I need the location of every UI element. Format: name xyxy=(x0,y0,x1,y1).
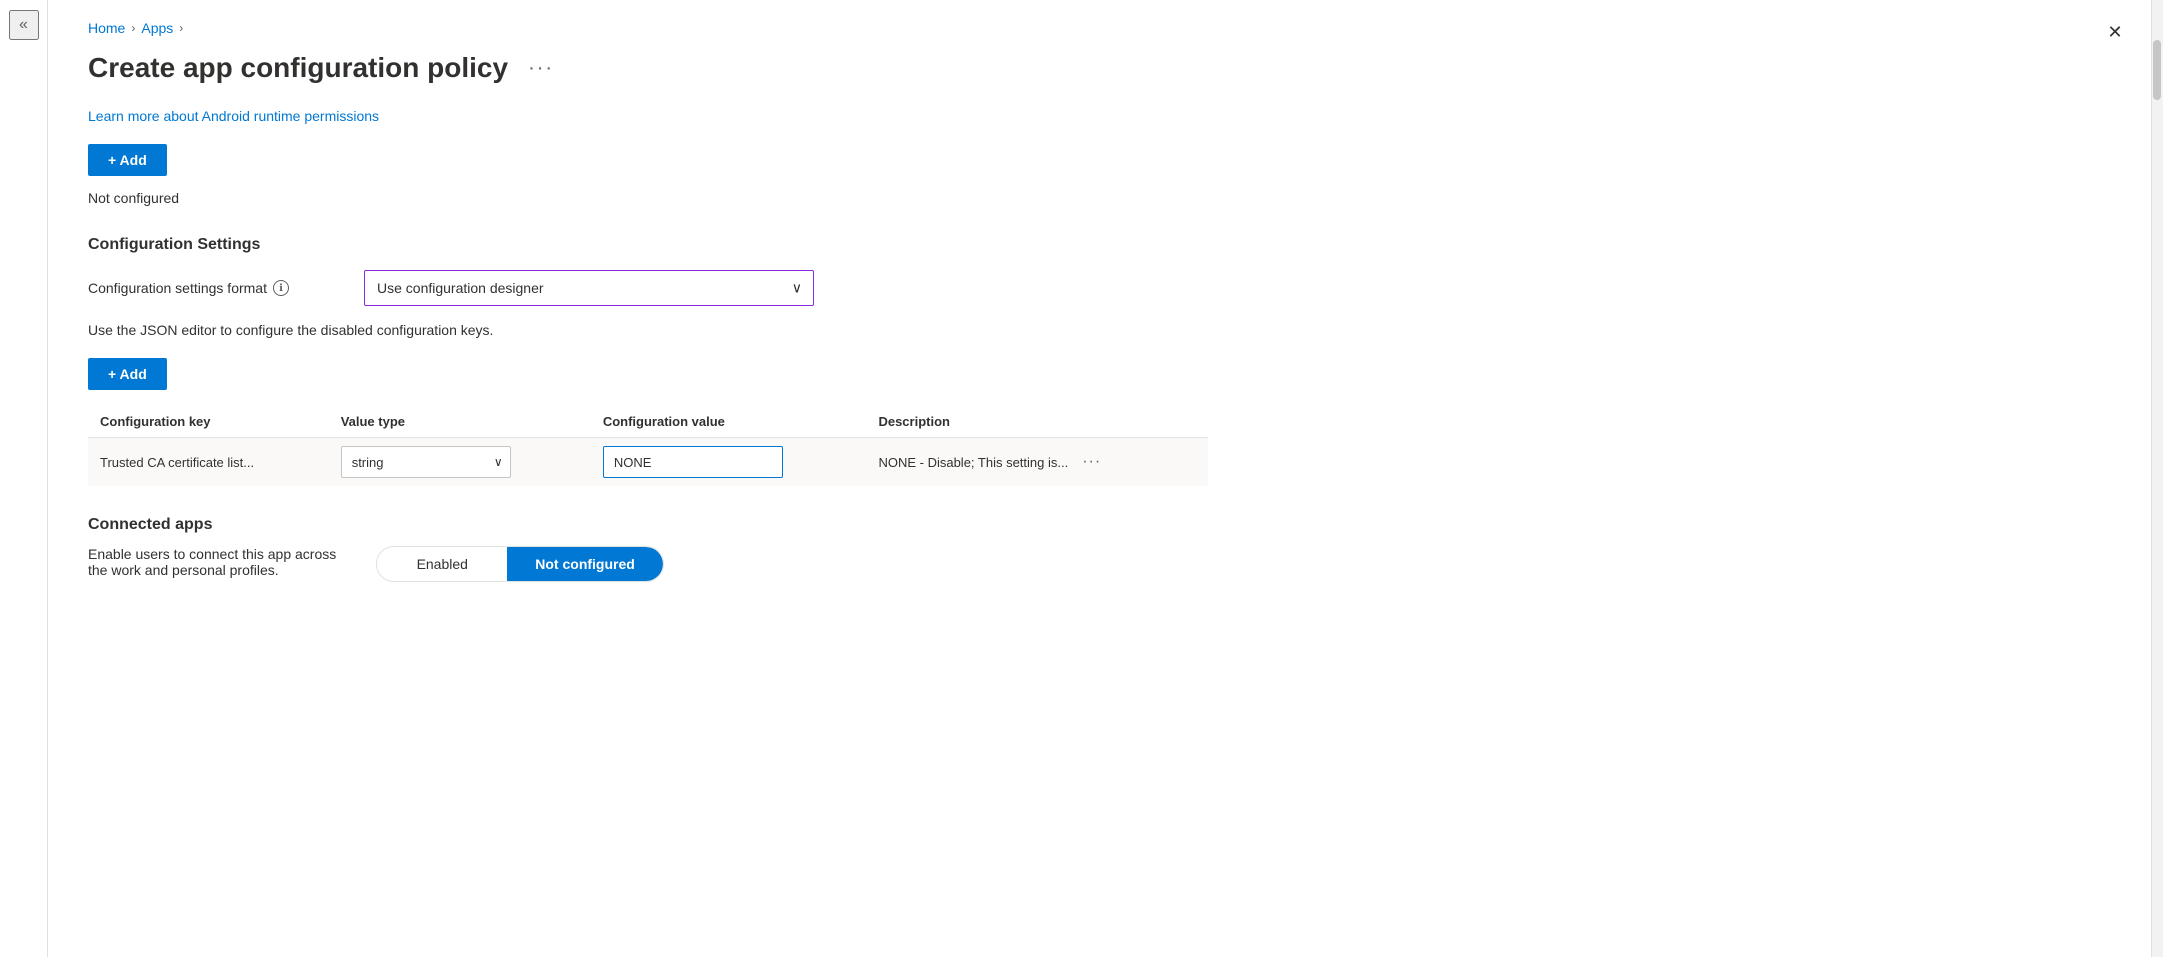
cell-key: Trusted CA certificate list... xyxy=(88,438,329,487)
breadcrumb-apps[interactable]: Apps xyxy=(141,20,173,36)
description-cell: NONE - Disable; This setting is... ··· xyxy=(878,451,1196,473)
scrollbar-thumb[interactable] xyxy=(2153,40,2161,100)
config-value-input[interactable] xyxy=(603,446,783,478)
connected-apps-label: Enable users to connect this app acrosst… xyxy=(88,546,336,578)
connected-apps-title: Connected apps xyxy=(88,516,1208,534)
config-format-label: Configuration settings format ℹ xyxy=(88,280,348,296)
breadcrumb: Home › Apps › xyxy=(88,20,1208,36)
config-format-row: Configuration settings format ℹ Use conf… xyxy=(88,270,1208,306)
breadcrumb-sep-2: › xyxy=(179,21,183,35)
sidebar: « xyxy=(0,0,48,957)
description-text: NONE - Disable; This setting is... xyxy=(878,455,1068,470)
connected-apps-section: Connected apps Enable users to connect t… xyxy=(88,516,1208,582)
info-icon[interactable]: ℹ xyxy=(273,280,289,296)
cell-value-type: string integer boolean ∨ xyxy=(329,438,591,487)
toggle-not-configured-button[interactable]: Not configured xyxy=(507,547,663,581)
toggle-enabled-button[interactable]: Enabled xyxy=(377,547,507,581)
config-format-dropdown[interactable]: Use configuration designer Enter JSON da… xyxy=(364,270,814,306)
col-header-config-value: Configuration value xyxy=(591,406,867,438)
value-type-dropdown[interactable]: string integer boolean xyxy=(341,446,511,478)
col-header-description: Description xyxy=(866,406,1208,438)
config-table-header: Configuration key Value type Configurati… xyxy=(88,406,1208,438)
breadcrumb-sep-1: › xyxy=(131,21,135,35)
config-format-dropdown-wrapper: Use configuration designer Enter JSON da… xyxy=(364,270,814,306)
first-add-button[interactable]: + Add xyxy=(88,144,167,176)
config-settings-section: Configuration Settings Configuration set… xyxy=(88,236,1208,486)
second-add-button[interactable]: + Add xyxy=(88,358,167,390)
row-more-options-button[interactable]: ··· xyxy=(1076,451,1107,473)
learn-more-link[interactable]: Learn more about Android runtime permiss… xyxy=(88,108,1208,124)
header-more-options-button[interactable]: ··· xyxy=(520,53,562,84)
sidebar-collapse-button[interactable]: « xyxy=(9,10,39,40)
main-content: ✕ Home › Apps › Create app configuration… xyxy=(48,0,2151,957)
col-header-value-type: Value type xyxy=(329,406,591,438)
cell-config-value xyxy=(591,438,867,487)
page-title-row: Create app configuration policy ··· xyxy=(88,52,1208,84)
content-area: Home › Apps › Create app configuration p… xyxy=(48,0,1248,622)
cell-description: NONE - Disable; This setting is... ··· xyxy=(866,438,1208,487)
config-settings-title: Configuration Settings xyxy=(88,236,1208,254)
config-table-body: Trusted CA certificate list... string in… xyxy=(88,438,1208,487)
col-header-key: Configuration key xyxy=(88,406,329,438)
table-row: Trusted CA certificate list... string in… xyxy=(88,438,1208,487)
not-configured-text: Not configured xyxy=(88,190,1208,206)
toggle-group: Enabled Not configured xyxy=(376,546,664,582)
breadcrumb-home[interactable]: Home xyxy=(88,20,125,36)
value-type-dropdown-wrapper: string integer boolean ∨ xyxy=(341,446,511,478)
page-title: Create app configuration policy xyxy=(88,52,508,84)
connected-apps-row: Enable users to connect this app acrosst… xyxy=(88,546,1208,582)
json-editor-note: Use the JSON editor to configure the dis… xyxy=(88,322,1208,338)
scrollbar-area xyxy=(2151,0,2163,957)
config-table: Configuration key Value type Configurati… xyxy=(88,406,1208,486)
close-button[interactable]: ✕ xyxy=(2099,16,2131,48)
